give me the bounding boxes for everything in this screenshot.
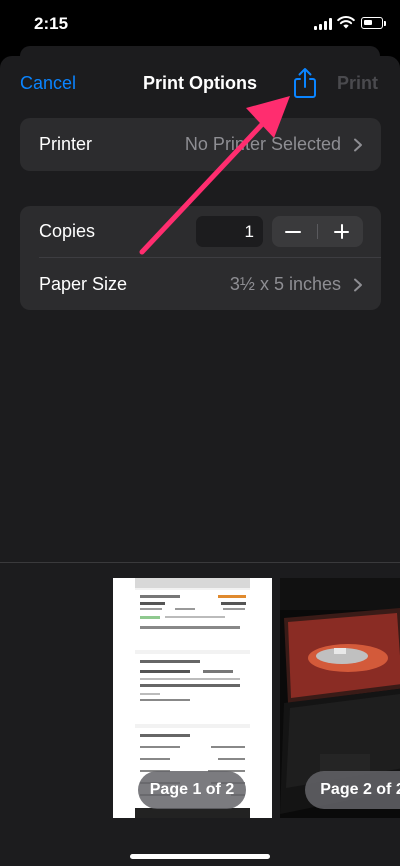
- copies-stepper[interactable]: [272, 216, 363, 247]
- printer-row[interactable]: Printer No Printer Selected: [20, 118, 381, 171]
- paper-size-row[interactable]: Paper Size 3½ x 5 inches: [20, 258, 381, 310]
- paper-size-value: 3½ x 5 inches: [229, 274, 341, 294]
- cellular-signal-icon: [314, 18, 334, 30]
- printer-label: Printer: [39, 134, 93, 154]
- page-badge-2: Page 2 of 2: [305, 771, 400, 809]
- share-icon[interactable]: [290, 66, 320, 100]
- copies-field[interactable]: 1: [196, 216, 263, 247]
- page-badge-1: Page 1 of 2: [138, 771, 246, 809]
- copies-label: Copies: [39, 221, 96, 241]
- printer-value: No Printer Selected: [184, 134, 341, 154]
- battery-icon: [361, 17, 383, 29]
- status-time: 2:15: [34, 14, 69, 33]
- preview-separator: [0, 562, 400, 563]
- home-indicator: [130, 854, 270, 859]
- print-options-sheet: Cancel Print Options Print Printer No Pr…: [0, 56, 400, 866]
- page-title-text: Print Options: [143, 73, 257, 93]
- chevron-right-icon: [354, 138, 362, 152]
- plus-icon-vertical[interactable]: [340, 224, 343, 239]
- battery-cap: [384, 21, 386, 26]
- copies-value: 1: [244, 222, 254, 241]
- chevron-right-icon: [354, 278, 362, 292]
- stepper-divider: [317, 224, 318, 239]
- copies-paper-group: Copies 1 Paper Size 3½ x 5 inches: [20, 206, 381, 310]
- wifi-icon: [337, 16, 355, 29]
- minus-icon[interactable]: [285, 231, 301, 233]
- print-button[interactable]: Print: [337, 73, 378, 94]
- cancel-button[interactable]: Cancel: [20, 73, 76, 94]
- status-bar: 2:15: [0, 0, 400, 48]
- paper-size-label: Paper Size: [39, 274, 128, 294]
